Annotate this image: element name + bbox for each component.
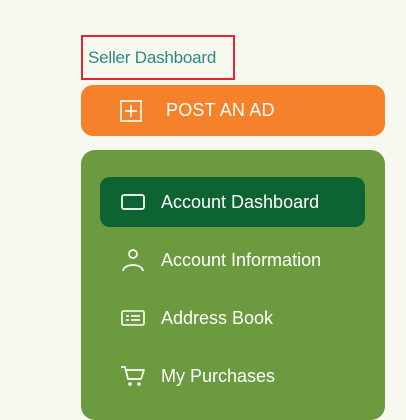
- plus-square-icon: [120, 99, 142, 122]
- sidebar-item-account-information[interactable]: Account Information: [100, 235, 365, 285]
- cart-icon: [118, 364, 148, 388]
- sidebar-item-label: My Purchases: [161, 365, 276, 386]
- sidebar-menu: Account Dashboard Account Information Ad…: [81, 150, 385, 420]
- page-title-text: Seller Dashboard: [88, 47, 217, 67]
- sidebar-item-address-book[interactable]: Address Book: [100, 293, 365, 343]
- sidebar-item-label: Account Information: [161, 249, 322, 270]
- monitor-icon: [118, 190, 148, 214]
- post-ad-label: POST AN AD: [166, 100, 275, 120]
- sidebar-item-label: Address Book: [161, 307, 274, 328]
- post-ad-button[interactable]: POST AN AD: [81, 85, 385, 136]
- sidebar-item-account-dashboard[interactable]: Account Dashboard: [100, 177, 365, 227]
- user-icon: [118, 248, 148, 272]
- sidebar-item-my-purchases[interactable]: My Purchases: [100, 351, 365, 401]
- page-title: Seller Dashboard: [81, 35, 235, 80]
- sidebar-item-label: Account Dashboard: [161, 191, 320, 212]
- address-card-icon: [118, 306, 148, 330]
